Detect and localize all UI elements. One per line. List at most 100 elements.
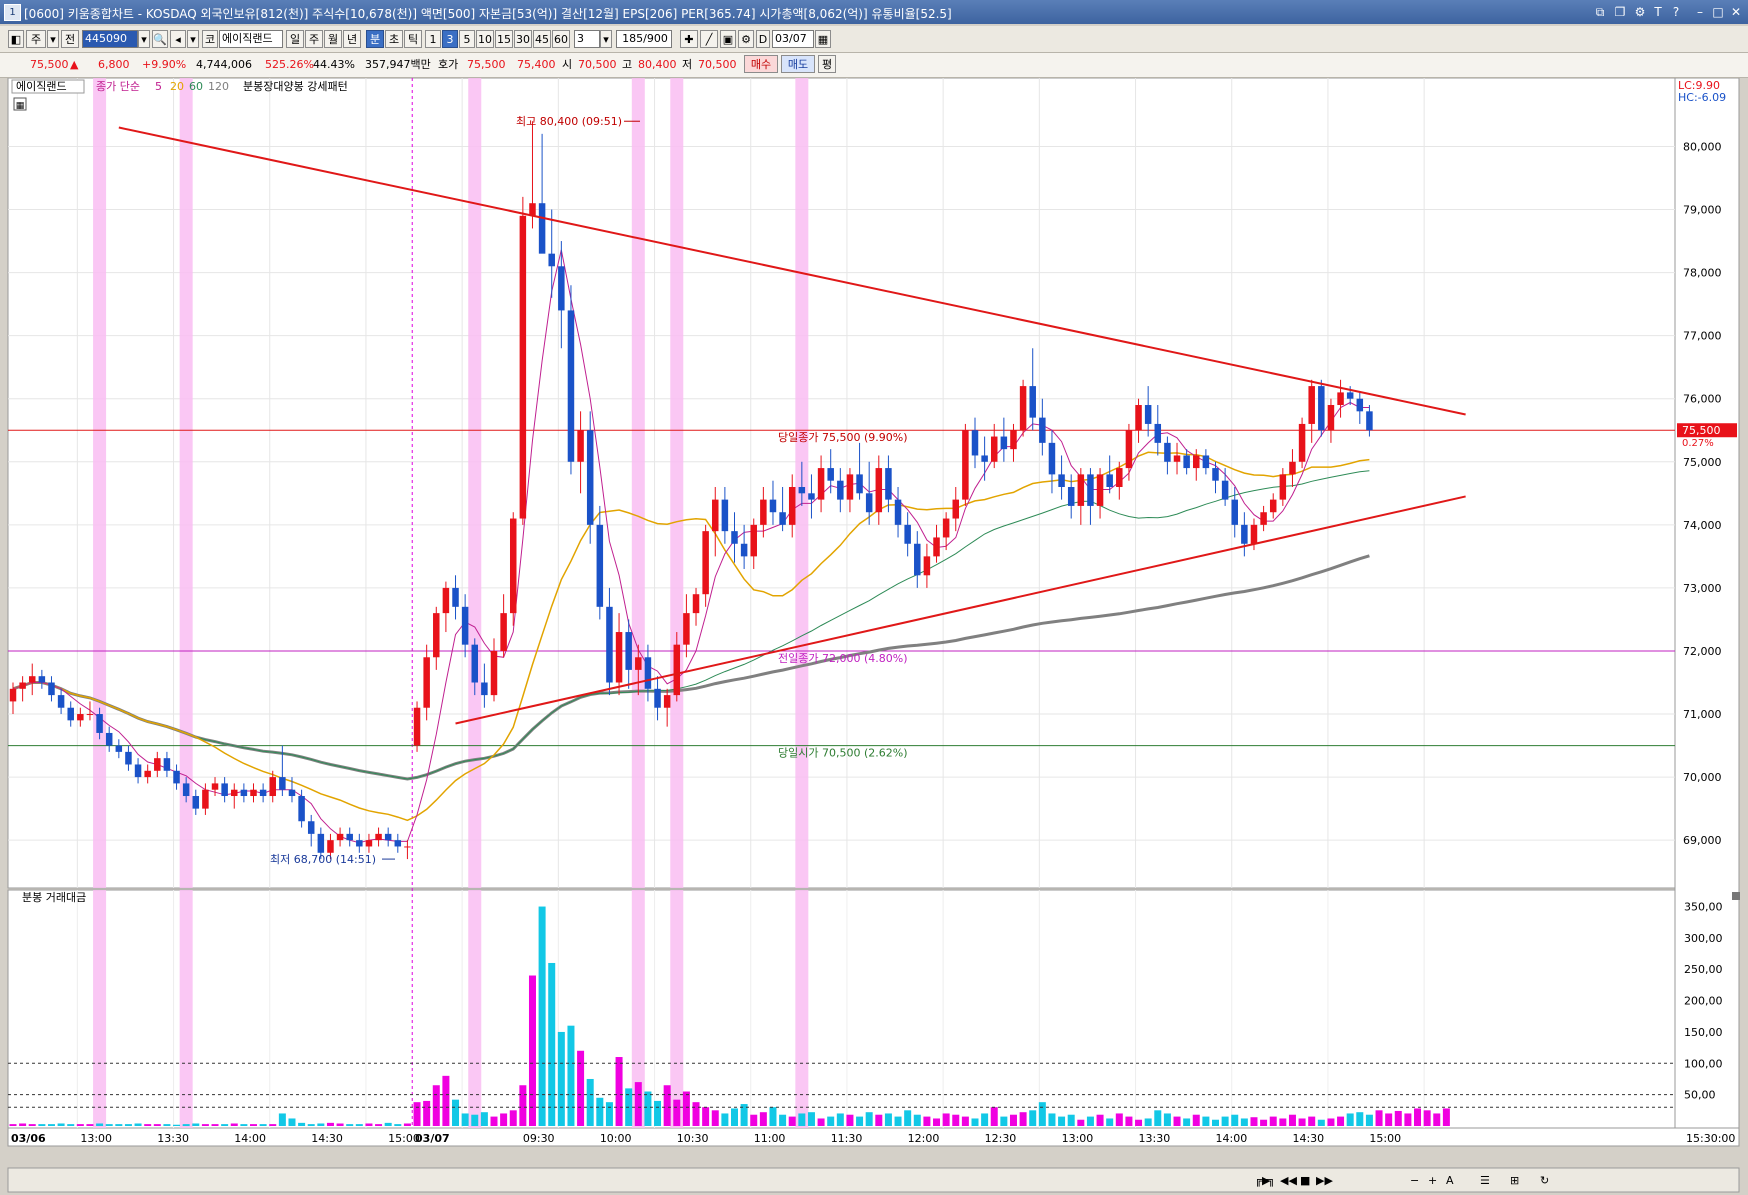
volume-bar[interactable] [692,1102,700,1126]
volume-bar[interactable] [326,1122,334,1126]
volume-bar[interactable] [1135,1119,1143,1126]
volume-bar[interactable] [278,1113,286,1126]
export-icon[interactable]: ⊞ [1510,1174,1519,1187]
candle-body[interactable] [933,537,940,557]
volume-bar[interactable] [365,1123,373,1126]
volume-bar[interactable] [57,1123,65,1126]
volume-bar[interactable] [1423,1110,1431,1126]
volume-bar[interactable] [1308,1116,1316,1126]
candle-body[interactable] [519,215,527,519]
volume-bar[interactable] [596,1097,604,1126]
candle-body[interactable] [471,644,479,683]
volume-bar[interactable] [1346,1113,1354,1126]
volume-bar[interactable] [480,1112,488,1126]
volume-bar[interactable] [394,1124,402,1126]
candle-body[interactable] [894,499,902,525]
volume-bar[interactable] [1058,1116,1066,1126]
candle-body[interactable] [221,783,228,797]
volume-bar[interactable] [1067,1114,1075,1126]
volume-bar[interactable] [1077,1119,1085,1126]
search-icon[interactable]: 🔍 [152,30,168,48]
candle-body[interactable] [577,430,584,462]
volume-bar[interactable] [1404,1113,1412,1126]
candle-body[interactable] [837,480,844,500]
copy-icon[interactable]: ❐ [1612,4,1628,20]
volume-bar[interactable] [124,1124,132,1126]
volume-bar[interactable] [307,1124,315,1126]
volume-bar[interactable] [336,1123,344,1126]
candle-body[interactable] [1308,386,1315,424]
candle-body[interactable] [779,512,786,525]
volume-bar[interactable] [96,1123,104,1126]
volume-bar[interactable] [731,1108,738,1126]
candle-body[interactable] [1346,392,1354,399]
volume-bar[interactable] [856,1116,864,1126]
volume-bar[interactable] [1009,1114,1017,1126]
candle-body[interactable] [1298,423,1306,462]
candle-body[interactable] [923,556,931,576]
candle-body[interactable] [558,266,565,311]
volume-bar[interactable] [423,1100,431,1126]
candle-body[interactable] [173,770,180,784]
volume-bar[interactable] [28,1124,36,1126]
candle-body[interactable] [808,493,815,500]
candle-body[interactable] [384,833,392,841]
period-minute[interactable]: 분 [366,30,384,48]
interval-5[interactable]: 5 [459,30,475,48]
volume-bar[interactable] [1029,1110,1037,1126]
candle-body[interactable] [19,682,26,689]
volume-bar[interactable] [904,1110,912,1126]
period-week[interactable]: 주 [305,30,323,48]
candle-body[interactable] [317,833,325,853]
volume-bar[interactable] [884,1113,892,1126]
candle-body[interactable] [77,714,84,721]
candle-body[interactable] [635,657,642,670]
volume-bar[interactable] [1260,1119,1268,1126]
mode-select[interactable]: 주 [26,30,46,48]
buy-button[interactable]: 매수 [744,55,778,73]
volume-bar[interactable] [1327,1118,1335,1126]
calendar-icon[interactable]: ▦ [815,30,831,48]
volume-bar[interactable] [875,1114,883,1126]
candle-body[interactable] [481,682,488,696]
candle-body[interactable] [452,587,459,607]
candle-body[interactable] [1029,386,1036,418]
candle-body[interactable] [259,789,267,797]
candle-body[interactable] [1039,417,1046,443]
volume-bar[interactable] [1019,1112,1027,1126]
volume-bar[interactable] [557,1031,565,1126]
volume-bar[interactable] [269,1124,277,1126]
candle-body[interactable] [269,777,276,797]
candle-body[interactable] [125,751,132,765]
candle-body[interactable] [1135,405,1142,431]
volume-bar[interactable] [538,906,546,1126]
volume-bar[interactable] [682,1091,690,1126]
candle-body[interactable] [1010,430,1017,450]
view-icon[interactable]: ☰ [1480,1174,1490,1187]
volume-bar[interactable] [1356,1112,1364,1126]
volume-bar[interactable] [192,1123,200,1126]
volume-bar[interactable] [798,1113,806,1126]
volume-bar[interactable] [750,1114,758,1126]
candle-body[interactable] [1096,474,1104,506]
volume-bar[interactable] [1192,1114,1200,1126]
volume-bar[interactable] [67,1124,75,1126]
candle-body[interactable] [1193,455,1200,469]
volume-bar[interactable] [548,962,556,1126]
candle-body[interactable] [952,499,960,519]
period-second[interactable]: 초 [385,30,403,48]
volume-bar[interactable] [221,1124,229,1126]
candle-body[interactable] [1087,474,1094,506]
volume-bar[interactable] [211,1124,219,1126]
zoom-out-icon[interactable]: − [1410,1174,1419,1187]
volume-bar[interactable] [711,1110,719,1126]
candle-body[interactable] [375,833,382,841]
help-icon[interactable]: ? [1668,4,1684,20]
volume-bar[interactable] [1212,1119,1219,1126]
candle-body[interactable] [1231,499,1238,525]
volume-bar[interactable] [163,1124,171,1126]
volume-bar[interactable] [1202,1116,1210,1126]
candle-body[interactable] [433,613,440,658]
scroll-left-icon[interactable]: ▶ [1262,1174,1271,1187]
candle-body[interactable] [1241,524,1248,544]
